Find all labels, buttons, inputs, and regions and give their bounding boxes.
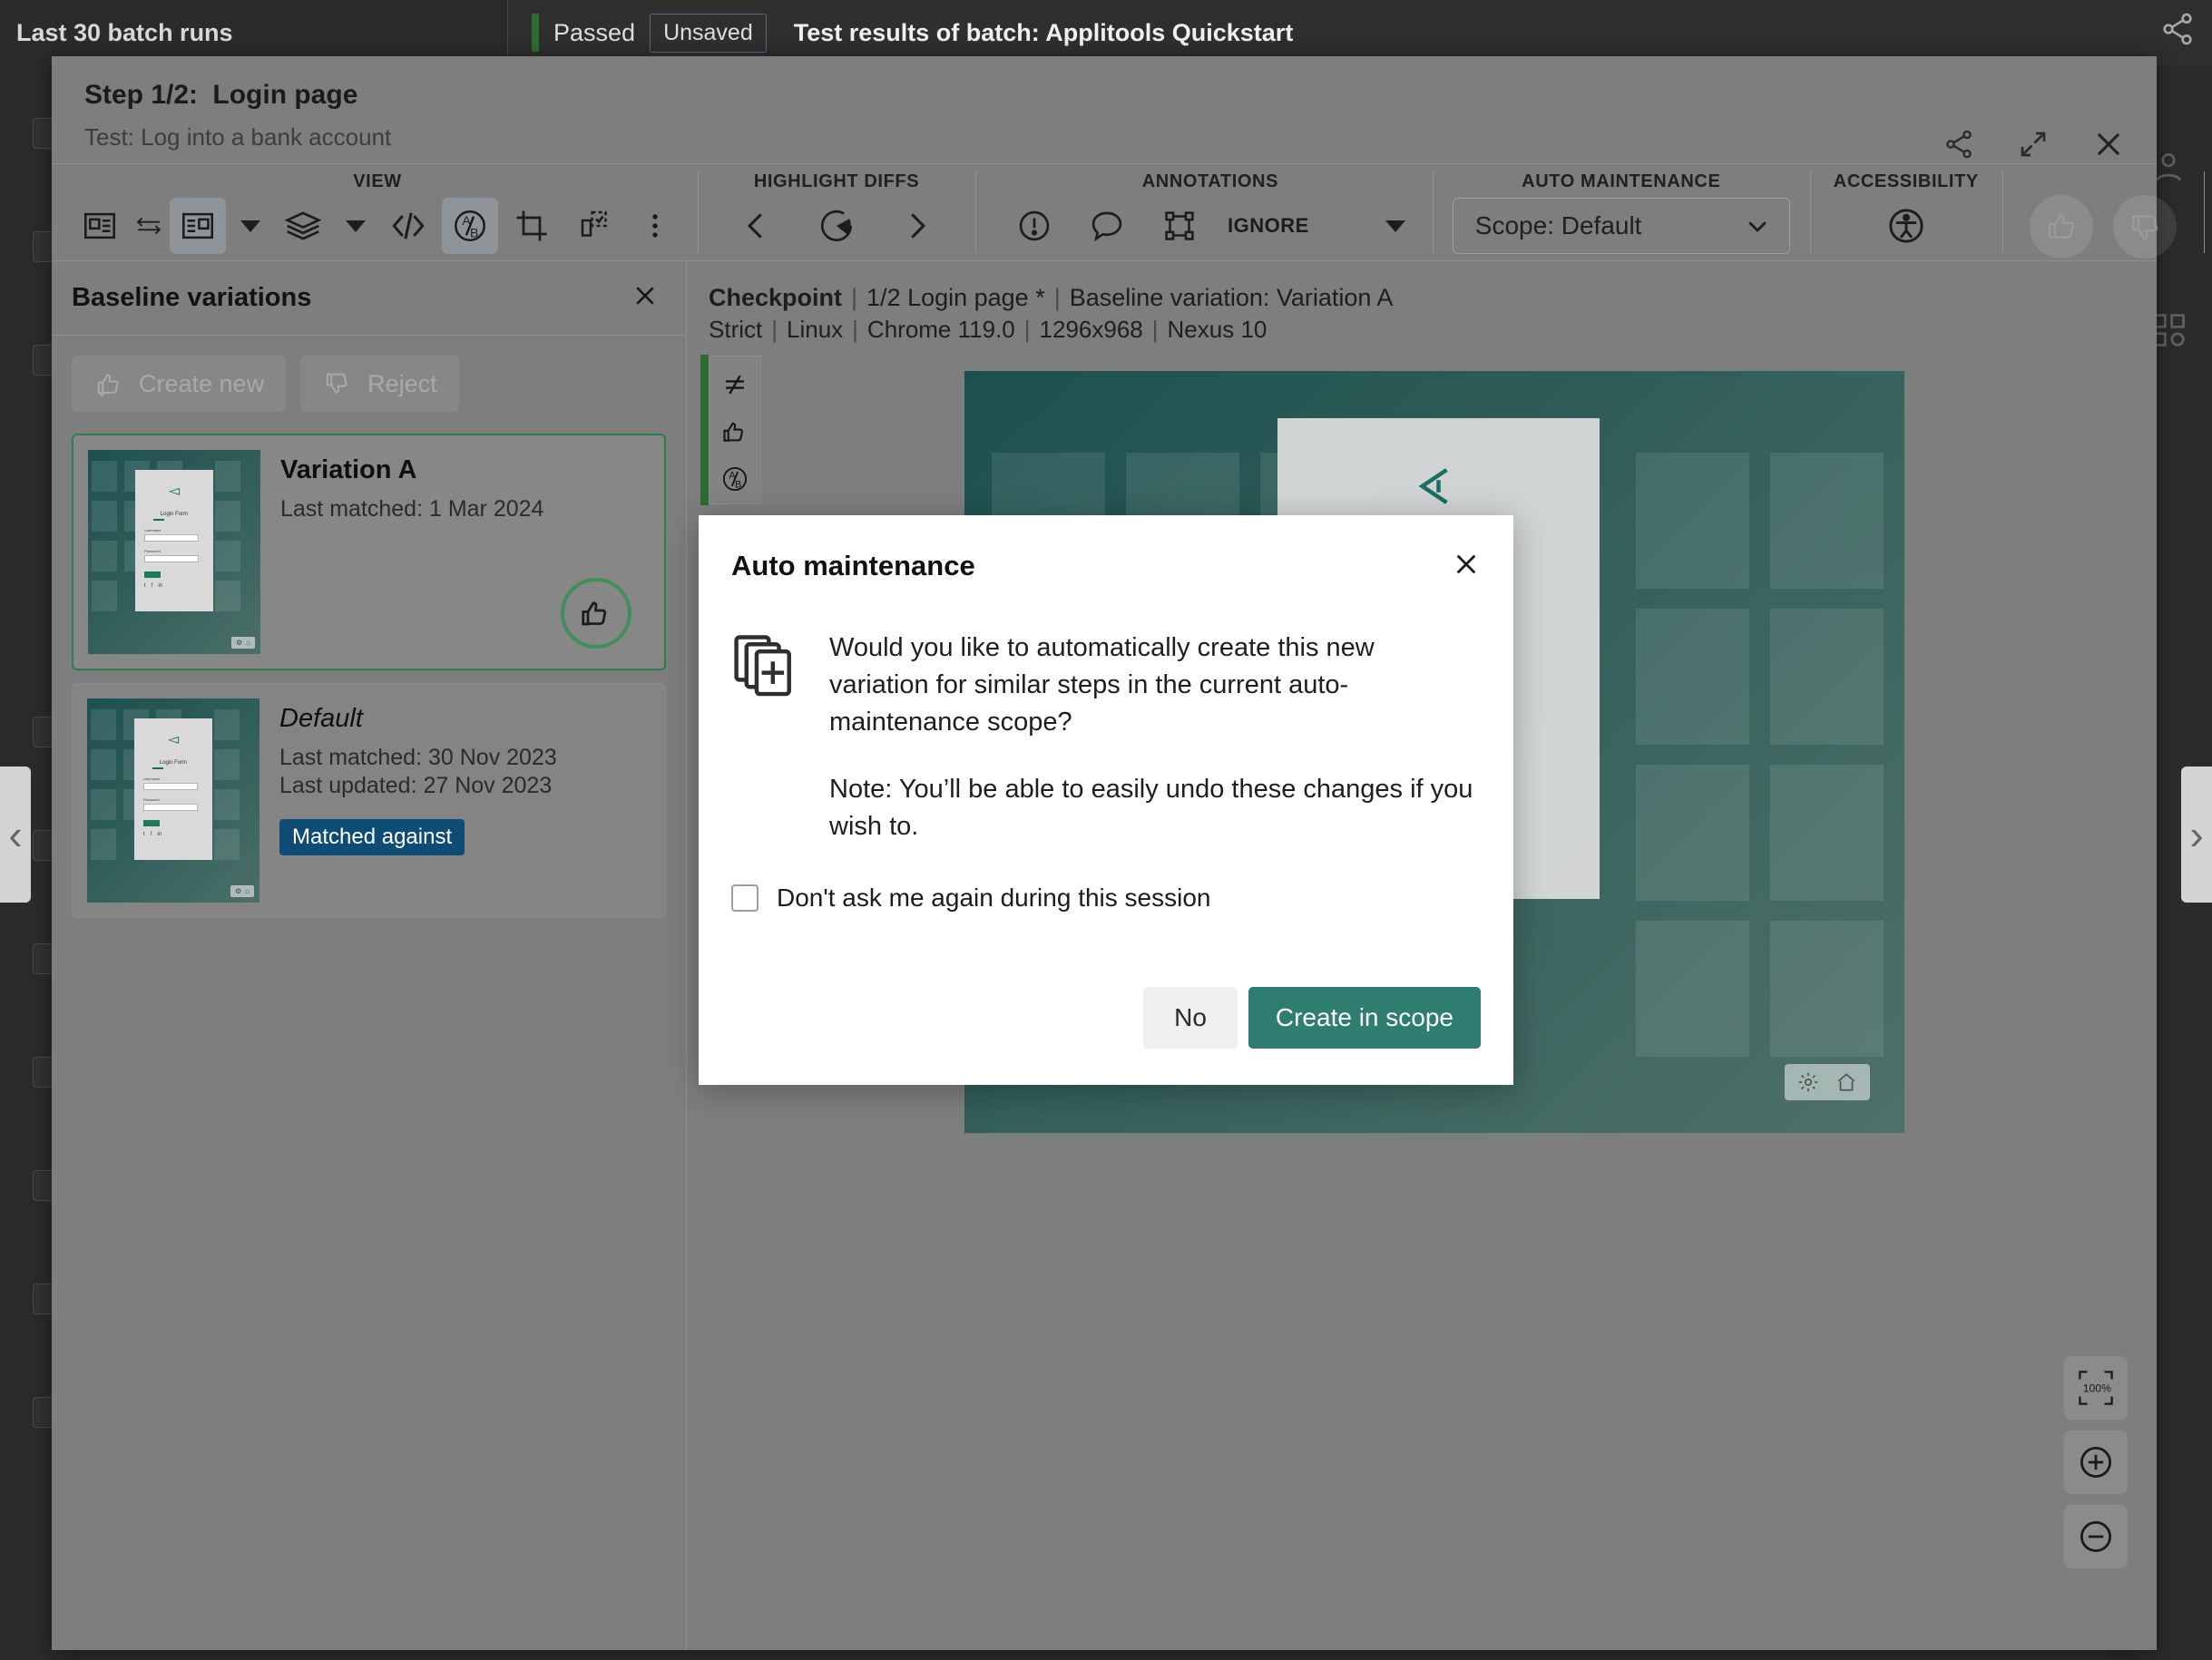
modal-question: Would you like to automatically create t… xyxy=(829,630,1477,742)
auto-maintenance-dialog: Auto maintenance Would you like to autom… xyxy=(699,515,1513,1085)
modal-note: Note: You’ll be able to easily undo thes… xyxy=(829,771,1477,845)
dont-ask-again-checkbox[interactable] xyxy=(731,884,759,912)
no-button[interactable]: No xyxy=(1143,987,1238,1049)
modal-text: Would you like to automatically create t… xyxy=(829,630,1477,845)
modal-title: Auto maintenance xyxy=(731,550,975,582)
dont-ask-again-row[interactable]: Don't ask me again during this session xyxy=(699,845,1513,913)
modal-body: Would you like to automatically create t… xyxy=(699,582,1513,845)
close-icon[interactable] xyxy=(1452,550,1481,581)
create-in-scope-button[interactable]: Create in scope xyxy=(1248,987,1481,1049)
modal-footer: No Create in scope xyxy=(1143,987,1481,1049)
modal-layer: Auto maintenance Would you like to autom… xyxy=(0,0,2212,1660)
modal-header: Auto maintenance xyxy=(699,515,1513,582)
dont-ask-again-label: Don't ask me again during this session xyxy=(777,884,1211,913)
duplicate-add-icon xyxy=(731,633,800,845)
